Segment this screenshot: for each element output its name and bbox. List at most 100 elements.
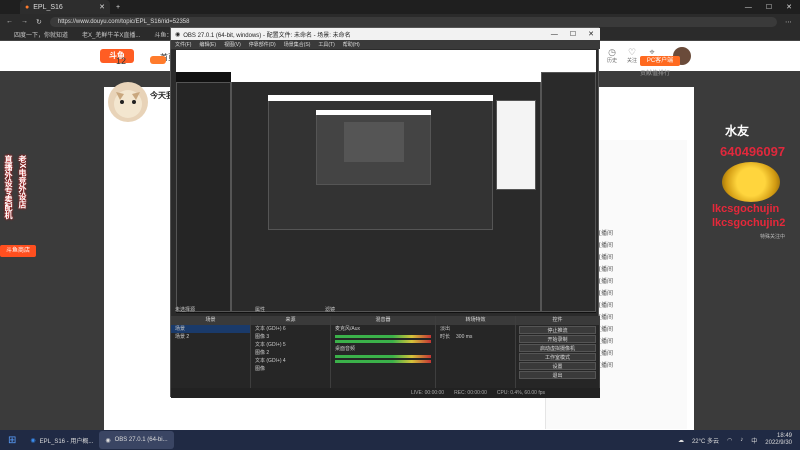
- overlay-sales-text: 直播外设专卖配机: [4, 155, 13, 219]
- menu-scene-collection[interactable]: 场景集合(S): [284, 41, 311, 48]
- new-tab-button[interactable]: +: [116, 4, 120, 11]
- obs-preview[interactable]: [176, 50, 596, 313]
- audio-meter: [335, 335, 431, 338]
- obs-source-toolbar: 未选择源 属性 滤镜: [175, 306, 335, 313]
- overlay-fan-number: 640496097: [720, 144, 786, 159]
- scenes-dock: 场景 场景 场景 2: [171, 316, 251, 398]
- transition-select[interactable]: 淡出: [436, 325, 515, 333]
- favorite-item[interactable]: 四度一下，你就知道: [14, 30, 68, 39]
- tab-title: EPL_S16: [33, 3, 63, 11]
- douyu-shop-badge[interactable]: 斗鱼商店: [0, 245, 36, 257]
- transitions-title: 转场特效: [436, 316, 515, 325]
- source-item[interactable]: 图像 2: [251, 349, 330, 357]
- settings-button[interactable]: 设置: [519, 362, 596, 370]
- duration-row: 时长 300 ms: [436, 333, 515, 341]
- system-tray: ☁ 22°C 多云 ◠ ♪ 中 18:49 2022/9/30: [678, 433, 800, 447]
- source-item[interactable]: 图像: [251, 365, 330, 373]
- browser-tabstrip: ● EPL_S16 ✕ + — ☐ ✕: [0, 0, 800, 14]
- no-source-label: 未选择源: [175, 307, 196, 313]
- favorite-item[interactable]: 老X_羌鲜牛羊X直播...: [82, 30, 140, 39]
- follow-icon[interactable]: ♡ 关注: [624, 47, 640, 65]
- preview-layer-4: [344, 122, 404, 162]
- menu-file[interactable]: 文件(F): [175, 41, 191, 48]
- browser-tab[interactable]: ● EPL_S16 ✕: [20, 0, 110, 14]
- menu-tools[interactable]: 工具(T): [318, 41, 334, 48]
- rec-status: REC: 00:00:00: [454, 390, 487, 396]
- overlay-fan-name: 水友: [725, 124, 750, 138]
- duration-input[interactable]: 300 ms: [456, 333, 472, 341]
- weather-text[interactable]: 22°C 多云: [692, 436, 719, 445]
- obs-logo-icon: ◉: [175, 31, 181, 38]
- overlay-user-2: lkcsgochujin2: [712, 217, 786, 229]
- menu-view[interactable]: 视图(V): [224, 41, 241, 48]
- mixer-dock: 混音器 麦克风/Aux 桌面音频: [331, 316, 436, 398]
- url-input[interactable]: https://www.douyu.com/topic/EPL_S16/rid=…: [49, 16, 777, 27]
- overlay-subtitle: 特殊关注中: [760, 234, 786, 240]
- refresh-icon[interactable]: ↻: [36, 18, 42, 26]
- start-recording-button[interactable]: 开始录制: [519, 335, 596, 343]
- filters-button[interactable]: 滤镜: [325, 306, 335, 313]
- cpu-status: CPU: 0.4%, 60.00 fps: [496, 390, 545, 396]
- audio-meter: [335, 355, 431, 358]
- start-icon[interactable]: ⊞: [8, 435, 16, 446]
- taskbar-app-obs[interactable]: ◉ OBS 27.0.1 (64-bi...: [99, 431, 174, 449]
- wifi-icon[interactable]: ◠: [727, 437, 732, 444]
- audio-meter: [335, 360, 431, 363]
- menu-edit[interactable]: 编辑(E): [199, 41, 216, 48]
- maximize-icon[interactable]: ☐: [766, 3, 772, 11]
- extensions-icon[interactable]: ⋯: [785, 18, 792, 26]
- forward-icon[interactable]: →: [21, 18, 28, 25]
- tab-favicon-icon: ●: [25, 3, 30, 11]
- properties-button[interactable]: 属性: [255, 306, 265, 313]
- source-item[interactable]: 文本 (GDI+) 4: [251, 357, 330, 365]
- ime-indicator[interactable]: 中: [751, 436, 757, 445]
- taskbar-app-browser[interactable]: ◉ EPL_S16 - 用户概...: [24, 431, 99, 449]
- pc-client-button[interactable]: PC客户端: [640, 56, 680, 66]
- controls-dock: 控件 停止推流 开始录制 启动虚拟摄像机 工作室模式 设置 退出: [516, 316, 600, 398]
- rank-link[interactable]: 贡献值排行: [640, 68, 670, 77]
- volume-icon[interactable]: ♪: [740, 437, 743, 443]
- obs-close-icon[interactable]: ✕: [588, 30, 594, 38]
- back-icon[interactable]: ←: [6, 18, 13, 25]
- mixer-channel-label: 桌面音频: [335, 346, 356, 352]
- scene-item[interactable]: 场景 2: [171, 333, 250, 341]
- preview-layer-2-header: [268, 95, 493, 101]
- virtual-camera-button[interactable]: 启动虚拟摄像机: [519, 344, 596, 352]
- duration-label: 时长: [440, 334, 451, 340]
- obs-icon: ◉: [105, 437, 111, 444]
- clock[interactable]: 18:49 2022/9/30: [765, 433, 792, 447]
- weather-icon: ☁: [677, 437, 684, 444]
- sources-dock: 来源 文本 (GDI+) 6 图像 3 文本 (GDI+) 5 图像 2 文本 …: [251, 316, 331, 398]
- scene-item[interactable]: 场景: [171, 325, 250, 333]
- obs-minimize-icon[interactable]: —: [551, 31, 558, 38]
- gold-coin-icon: [722, 162, 780, 202]
- obs-statusbar: LIVE: 00:00:00 REC: 00:00:00 CPU: 0.4%, …: [171, 388, 600, 398]
- exit-button[interactable]: 退出: [519, 371, 596, 379]
- taskbar: ⊞ ◉ EPL_S16 - 用户概... ◉ OBS 27.0.1 (64-bi…: [0, 430, 800, 450]
- source-item[interactable]: 文本 (GDI+) 5: [251, 341, 330, 349]
- history-icon[interactable]: ◷ 历史: [604, 47, 620, 65]
- menu-docks[interactable]: 停靠部件(D): [249, 41, 276, 48]
- obs-docks: 未选择源 属性 滤镜 场景 场景 场景 2 来源 文本 (GDI+) 6 图像 …: [171, 307, 600, 398]
- sources-title: 来源: [251, 316, 330, 325]
- obs-window: ◉ OBS 27.0.1 (64-bit, windows) - 配置文件: 未…: [170, 27, 600, 398]
- stop-streaming-button[interactable]: 停止推流: [519, 326, 596, 334]
- controls-title: 控件: [516, 316, 599, 325]
- obs-titlebar: ◉ OBS 27.0.1 (64-bit, windows) - 配置文件: 未…: [171, 28, 600, 40]
- preview-chat-strip: [496, 100, 536, 190]
- minimize-icon[interactable]: —: [745, 4, 752, 11]
- overlay-shop-text: 老X电竞外设店: [18, 155, 27, 209]
- menu-help[interactable]: 帮助(H): [343, 41, 360, 48]
- follow-button[interactable]: [150, 56, 166, 64]
- tab-close-icon[interactable]: ✕: [99, 3, 105, 11]
- preview-left-panel: [176, 82, 231, 312]
- scenes-title: 场景: [171, 316, 250, 325]
- streamer-avatar[interactable]: [108, 82, 148, 122]
- source-item[interactable]: 文本 (GDI+) 6: [251, 325, 330, 333]
- source-item[interactable]: 图像 3: [251, 333, 330, 341]
- close-icon[interactable]: ✕: [786, 3, 792, 11]
- preview-right-panel: [541, 72, 596, 312]
- obs-maximize-icon[interactable]: ☐: [570, 30, 576, 38]
- audio-meter: [335, 340, 431, 343]
- studio-mode-button[interactable]: 工作室模式: [519, 353, 596, 361]
